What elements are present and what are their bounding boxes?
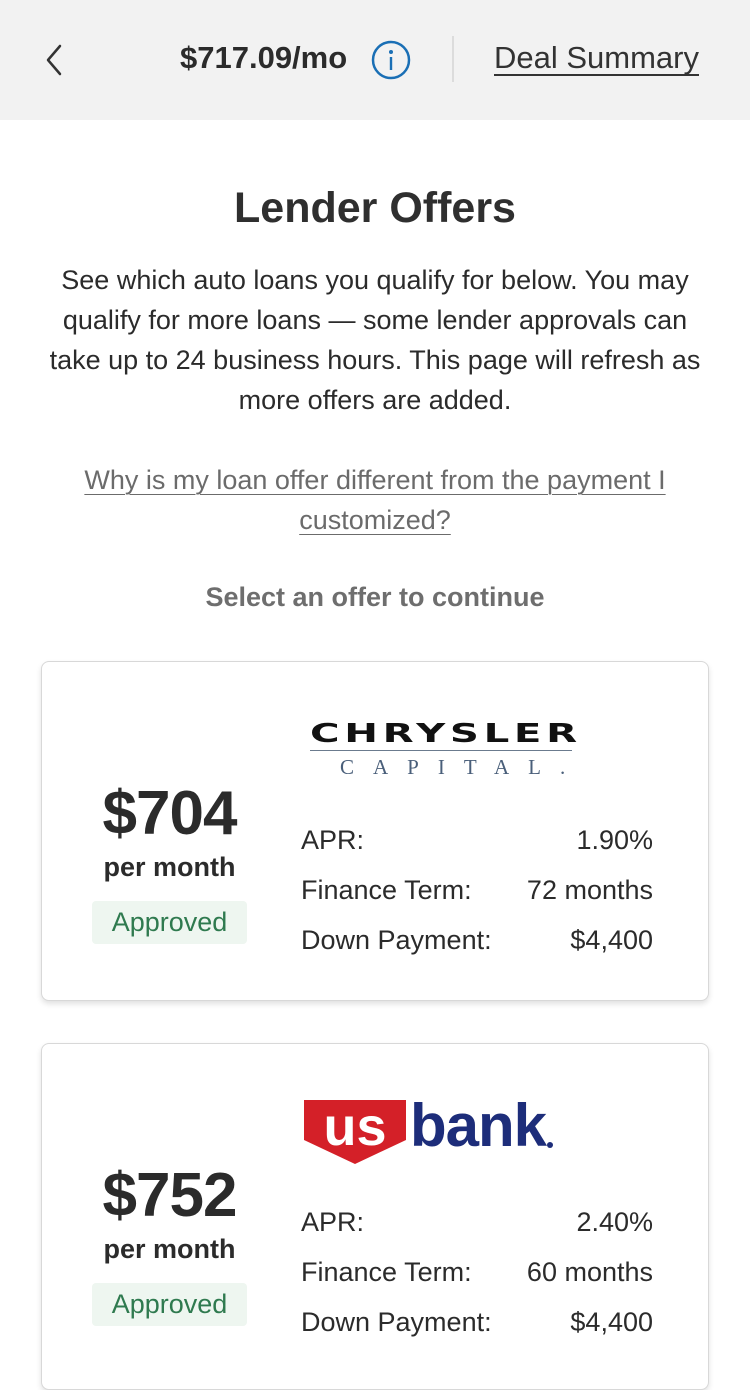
usbank-shield-logo: us [304,1100,406,1164]
down-payment-value: $4,400 [570,1307,653,1337]
apr-row: APR: 2.40% [301,1197,653,1247]
monthly-payment: $717.09/mo [180,40,348,75]
finance-term-value: 72 months [526,875,653,905]
status-badge: Approved [91,901,248,944]
back-button[interactable] [36,40,76,80]
down-payment-value: $4,400 [570,925,653,955]
finance-term-label: Finance Term: [301,875,472,905]
top-bar: $717.09/mo Deal Summary [0,0,750,120]
why-offer-different-link[interactable]: Why is my loan offer different from the … [50,460,700,540]
page-title: Lender Offers [234,184,516,232]
finance-term-row: Finance Term: 72 months [301,865,653,915]
offer-per-month: per month [103,1234,236,1264]
offer-amount: $704 [102,779,238,848]
status-badge: Approved [91,1283,248,1326]
chrysler-capital-logo: CHRYSLER CAPITAL. [310,720,584,780]
apr-label: APR: [301,1207,365,1237]
header-divider [452,36,454,82]
apr-label: APR: [301,825,365,855]
down-payment-label: Down Payment: [301,925,492,955]
logo-us-text: us [323,1100,386,1157]
apr-value: 2.40% [576,1207,653,1237]
offer-terms: APR: 1.90% Finance Term: 72 months Down … [301,815,653,965]
logo-wordmark-top: CHRYSLER [310,719,582,749]
logo-divider [310,750,572,751]
usbank-logo: us bank [302,1092,554,1166]
info-circle-icon [371,40,411,80]
logo-wordmark-bottom: CAPITAL. [340,755,585,779]
offer-payment: $752 per month Approved [42,1162,297,1326]
select-offer-prompt: Select an offer to continue [205,582,545,612]
finance-term-row: Finance Term: 60 months [301,1247,653,1297]
offer-per-month: per month [103,852,236,882]
info-button[interactable] [371,40,411,80]
down-payment-row: Down Payment: $4,400 [301,915,653,965]
logo-bank-text: bank [410,1092,547,1159]
offer-card[interactable]: us bank $752 per month Approved APR: 2.4… [41,1043,709,1390]
apr-row: APR: 1.90% [301,815,653,865]
intro-text: See which auto loans you qualify for bel… [49,265,701,415]
offer-card[interactable]: CHRYSLER CAPITAL. $704 per month Approve… [41,661,709,1001]
down-payment-row: Down Payment: $4,400 [301,1297,653,1347]
offer-payment: $704 per month Approved [42,780,297,944]
chevron-left-icon [46,44,62,76]
deal-summary-link[interactable]: Deal Summary [494,40,699,76]
finance-term-label: Finance Term: [301,1257,472,1287]
apr-value: 1.90% [576,825,653,855]
down-payment-label: Down Payment: [301,1307,492,1337]
offer-terms: APR: 2.40% Finance Term: 60 months Down … [301,1197,653,1347]
logo-dot [547,1142,554,1148]
finance-term-value: 60 months [526,1257,653,1287]
offer-amount: $752 [102,1161,238,1230]
